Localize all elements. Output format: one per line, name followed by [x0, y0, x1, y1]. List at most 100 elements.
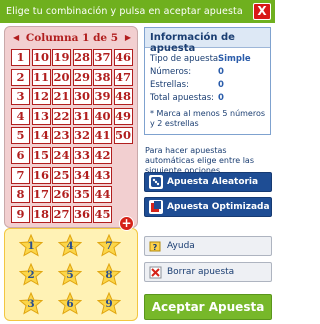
number-cell[interactable]: 15 — [31, 147, 51, 164]
bet-window: Elige tu combinación y pulsa en aceptar … — [0, 0, 275, 324]
close-button[interactable]: X — [253, 3, 271, 20]
star-number: 1 — [27, 240, 35, 252]
total-bets-label: Total apuestas: — [150, 93, 215, 103]
clear-icon — [149, 266, 162, 279]
number-cell[interactable]: 18 — [31, 205, 51, 223]
numbers-count-label: Números: — [150, 67, 192, 77]
star-number: 3 — [27, 298, 35, 310]
number-cell[interactable]: 22 — [52, 107, 71, 125]
star-cell[interactable]: 2 — [19, 263, 43, 286]
number-cell[interactable]: 36 — [72, 205, 92, 223]
dice-icon — [149, 175, 163, 189]
star-number: 4 — [66, 240, 74, 252]
optimized-bet-button[interactable]: Apuesta Optimizada — [144, 197, 272, 217]
number-cell[interactable]: 38 — [93, 68, 112, 86]
number-cell[interactable]: 31 — [72, 107, 92, 125]
number-cell[interactable]: 48 — [113, 88, 133, 106]
number-cell[interactable]: 13 — [31, 107, 51, 125]
number-cell[interactable]: 4 — [11, 107, 30, 125]
number-cell[interactable]: 5 — [11, 127, 30, 145]
number-cell[interactable]: 3 — [11, 88, 30, 106]
star-cell[interactable]: 9 — [97, 292, 121, 315]
star-number: 9 — [105, 298, 113, 310]
number-cell[interactable]: 26 — [52, 186, 71, 204]
number-cell[interactable]: 34 — [72, 166, 92, 184]
help-button[interactable]: ? Ayuda — [144, 236, 272, 256]
bet-type-label: Tipo de apuesta: — [150, 54, 221, 64]
number-cell[interactable]: 28 — [72, 49, 92, 66]
number-cell[interactable]: 23 — [52, 127, 71, 145]
numbers-count-value: 0 — [218, 67, 224, 77]
star-cell[interactable]: 4 — [58, 234, 82, 257]
number-cell[interactable]: 42 — [93, 147, 112, 164]
total-bets-value: 0 — [218, 93, 224, 103]
number-cell[interactable]: 17 — [31, 186, 51, 204]
star-number: 7 — [105, 240, 113, 252]
number-cell[interactable]: 40 — [93, 107, 112, 125]
bet-info-title: Información de apuesta — [150, 32, 235, 54]
number-cell[interactable]: 10 — [31, 49, 51, 66]
number-cell[interactable]: 44 — [93, 186, 112, 204]
optimized-bet-label: Apuesta Optimizada — [167, 202, 270, 212]
number-cell[interactable]: 45 — [93, 205, 112, 223]
number-cell[interactable]: 11 — [31, 68, 51, 86]
number-cell[interactable]: 33 — [72, 147, 92, 164]
number-cell[interactable]: 16 — [31, 166, 51, 184]
number-cell[interactable]: 20 — [52, 68, 71, 86]
accept-bet-button[interactable]: Aceptar Apuesta — [144, 294, 272, 320]
number-cell[interactable]: 27 — [52, 205, 71, 223]
arrow-right-icon[interactable]: ▶ — [125, 33, 131, 42]
star-number: 6 — [66, 298, 74, 310]
star-cell[interactable]: 5 — [58, 263, 82, 286]
svg-text:?: ? — [153, 243, 158, 252]
number-cell[interactable]: 43 — [93, 166, 112, 184]
numbers-panel: ◀ Columna 1 de 5 ▶ 1 10 19 28 37 46 2 11 20 29 38 4… — [4, 26, 138, 228]
clear-bet-label: Borrar apuesta — [167, 267, 235, 277]
number-cell[interactable]: 9 — [11, 205, 30, 223]
clear-bet-button[interactable]: Borrar apuesta — [144, 262, 272, 282]
random-bet-button[interactable]: Apuesta Aleatoria — [144, 172, 272, 192]
help-icon: ? — [149, 240, 162, 253]
number-cell[interactable]: 30 — [72, 88, 92, 106]
number-cell[interactable]: 37 — [93, 49, 112, 66]
optimize-icon — [149, 200, 163, 214]
number-cell[interactable]: 21 — [52, 88, 71, 106]
number-cell[interactable]: 14 — [31, 127, 51, 145]
number-cell[interactable]: 6 — [11, 147, 30, 164]
number-cell[interactable]: 19 — [52, 49, 71, 66]
number-cell[interactable]: 46 — [113, 49, 133, 66]
number-cell[interactable]: 2 — [11, 68, 30, 86]
bet-info-panel: Información de apuesta Tipo de apuesta: … — [144, 27, 271, 135]
star-cell[interactable]: 7 — [97, 234, 121, 257]
stars-count-label: Estrellas: — [150, 80, 189, 90]
number-cell[interactable]: 12 — [31, 88, 51, 106]
number-cell[interactable]: 35 — [72, 186, 92, 204]
number-cell[interactable]: 1 — [11, 49, 30, 66]
star-cell[interactable]: 1 — [19, 234, 43, 257]
numbers-count-row: Números: 0 — [150, 67, 268, 78]
number-cell[interactable]: 47 — [113, 68, 133, 86]
star-number: 5 — [66, 269, 74, 281]
star-cell[interactable]: 6 — [58, 292, 82, 315]
stars-count-row: Estrellas: 0 — [150, 80, 268, 91]
star-cell[interactable]: 8 — [97, 263, 121, 286]
bet-type-row: Tipo de apuesta: Simple — [150, 54, 268, 65]
number-cell[interactable]: 49 — [113, 107, 133, 125]
number-cell[interactable]: 8 — [11, 186, 30, 204]
number-cell[interactable]: 32 — [72, 127, 92, 145]
header-bar: Elige tu combinación y pulsa en aceptar … — [0, 0, 275, 23]
number-cell[interactable]: 29 — [72, 68, 92, 86]
number-cell[interactable]: 7 — [11, 166, 30, 184]
bet-info-header: Información de apuesta — [145, 28, 270, 54]
number-cell[interactable]: 50 — [113, 127, 133, 145]
total-bets-row: Total apuestas: 0 — [150, 93, 268, 104]
star-number: 8 — [105, 269, 113, 281]
number-cell[interactable]: 25 — [52, 166, 71, 184]
star-number: 2 — [27, 269, 35, 281]
number-cell[interactable]: 39 — [93, 88, 112, 106]
star-cell[interactable]: 3 — [19, 292, 43, 315]
stars-panel: 1 4 7 2 5 8 3 6 9 — [4, 228, 138, 321]
plus-circle-icon[interactable]: + — [119, 216, 134, 231]
number-cell[interactable]: 24 — [52, 147, 71, 164]
number-cell[interactable]: 41 — [93, 127, 112, 145]
